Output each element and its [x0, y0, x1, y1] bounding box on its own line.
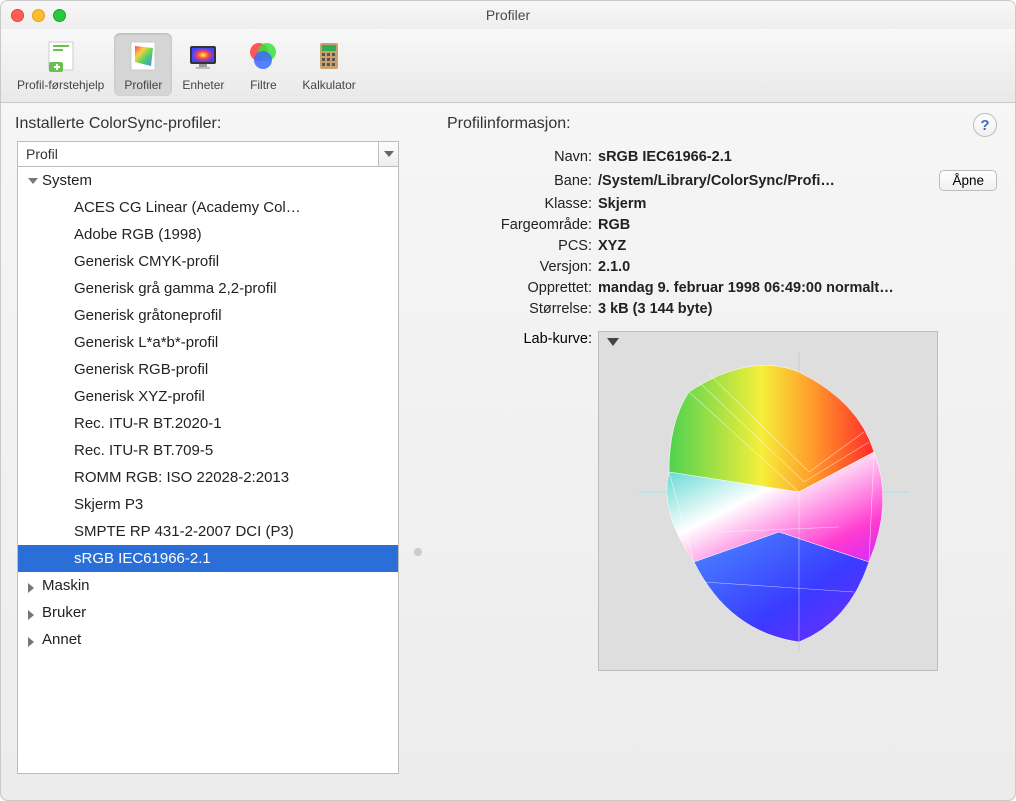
- profile-info-header: Profilinformasjon:: [447, 115, 997, 133]
- value-colorspace: RGB: [598, 217, 933, 233]
- toolbar-filters[interactable]: Filtre: [234, 33, 292, 96]
- toolbar-label: Profiler: [124, 78, 162, 92]
- list-item[interactable]: Generisk XYZ-profil: [18, 383, 398, 410]
- label-created: Opprettet:: [467, 280, 592, 296]
- list-item[interactable]: Generisk RGB-profil: [18, 356, 398, 383]
- value-pcs: XYZ: [598, 238, 933, 254]
- list-item[interactable]: Generisk gråtoneprofil: [18, 302, 398, 329]
- list-item-selected[interactable]: sRGB IEC61966-2.1: [18, 545, 398, 572]
- label-class: Klasse:: [467, 196, 592, 212]
- group-maskin[interactable]: Maskin: [18, 572, 398, 599]
- list-item[interactable]: Generisk L*a*b*-profil: [18, 329, 398, 356]
- open-button[interactable]: Åpne: [939, 170, 997, 191]
- installed-profiles-header: Installerte ColorSync-profiler:: [15, 115, 403, 133]
- toolbar-profile-firstaid[interactable]: Profil-førstehjelp: [7, 33, 114, 96]
- label-version: Versjon:: [467, 259, 592, 275]
- list-item[interactable]: Rec. ITU-R BT.2020-1: [18, 410, 398, 437]
- value-name: sRGB IEC61966-2.1: [598, 149, 933, 165]
- devices-icon: [184, 37, 222, 75]
- list-item[interactable]: Skjerm P3: [18, 491, 398, 518]
- toolbar-calculator[interactable]: Kalkulator: [292, 33, 365, 96]
- list-item[interactable]: ROMM RGB: ISO 22028-2:2013: [18, 464, 398, 491]
- toolbar: Profil-førstehjelp Profiler: [1, 29, 1015, 103]
- gamut-3d-icon: [599, 332, 938, 671]
- dropdown-label: Profil: [18, 146, 378, 162]
- toolbar-label: Kalkulator: [302, 78, 355, 92]
- titlebar: Profiler: [1, 1, 1015, 29]
- firstaid-icon: [42, 37, 80, 75]
- group-system[interactable]: System: [18, 167, 398, 194]
- traffic-lights: [11, 9, 66, 22]
- label-name: Navn:: [467, 149, 592, 165]
- profiler-icon: [124, 37, 162, 75]
- list-item[interactable]: ACES CG Linear (Academy Col…: [18, 194, 398, 221]
- calculator-icon: [310, 37, 348, 75]
- list-item[interactable]: Generisk CMYK-profil: [18, 248, 398, 275]
- help-button[interactable]: ?: [973, 113, 997, 137]
- label-size: Størrelse:: [467, 301, 592, 317]
- value-path: /System/Library/ColorSync/Profi…: [598, 173, 890, 189]
- profile-tree[interactable]: System ACES CG Linear (Academy Col… Adob…: [17, 167, 399, 774]
- value-created: mandag 9. februar 1998 06:49:00 normalt…: [598, 280, 933, 296]
- label-path: Bane:: [467, 173, 592, 189]
- toolbar-profiler[interactable]: Profiler: [114, 33, 172, 96]
- value-size: 3 kB (3 144 byte): [598, 301, 933, 317]
- label-colorspace: Fargeområde:: [467, 217, 592, 233]
- window: Profiler Profil-førstehjelp: [0, 0, 1016, 801]
- list-item[interactable]: Adobe RGB (1998): [18, 221, 398, 248]
- info-grid: Navn: sRGB IEC61966-2.1 Bane: /System/Li…: [467, 149, 997, 317]
- value-class: Skjerm: [598, 196, 933, 212]
- toolbar-label: Enheter: [182, 78, 224, 92]
- toolbar-label: Profil-førstehjelp: [17, 78, 104, 92]
- fullscreen-button[interactable]: [53, 9, 66, 22]
- content: Installerte ColorSync-profiler: Profil S…: [1, 103, 1015, 784]
- minimize-button[interactable]: [32, 9, 45, 22]
- lab-section: Lab-kurve:: [467, 331, 997, 671]
- filters-icon: [244, 37, 282, 75]
- list-item[interactable]: Rec. ITU-R BT.709-5: [18, 437, 398, 464]
- list-item[interactable]: Generisk grå gamma 2,2-profil: [18, 275, 398, 302]
- disclosure-icon[interactable]: [607, 338, 619, 346]
- window-title: Profiler: [11, 7, 1005, 23]
- value-version: 2.1.0: [598, 259, 933, 275]
- close-button[interactable]: [11, 9, 24, 22]
- right-pane: ? Profilinformasjon: Navn: sRGB IEC61966…: [407, 103, 1015, 784]
- lab-plot[interactable]: [598, 331, 938, 671]
- left-pane: Installerte ColorSync-profiler: Profil S…: [1, 103, 407, 784]
- chevron-down-icon: [378, 142, 398, 166]
- toolbar-label: Filtre: [250, 78, 277, 92]
- label-pcs: PCS:: [467, 238, 592, 254]
- toolbar-devices[interactable]: Enheter: [172, 33, 234, 96]
- group-bruker[interactable]: Bruker: [18, 599, 398, 626]
- group-annet[interactable]: Annet: [18, 626, 398, 653]
- list-item[interactable]: SMPTE RP 431-2-2007 DCI (P3): [18, 518, 398, 545]
- profile-dropdown[interactable]: Profil: [17, 141, 399, 167]
- label-lab: Lab-kurve:: [467, 331, 592, 671]
